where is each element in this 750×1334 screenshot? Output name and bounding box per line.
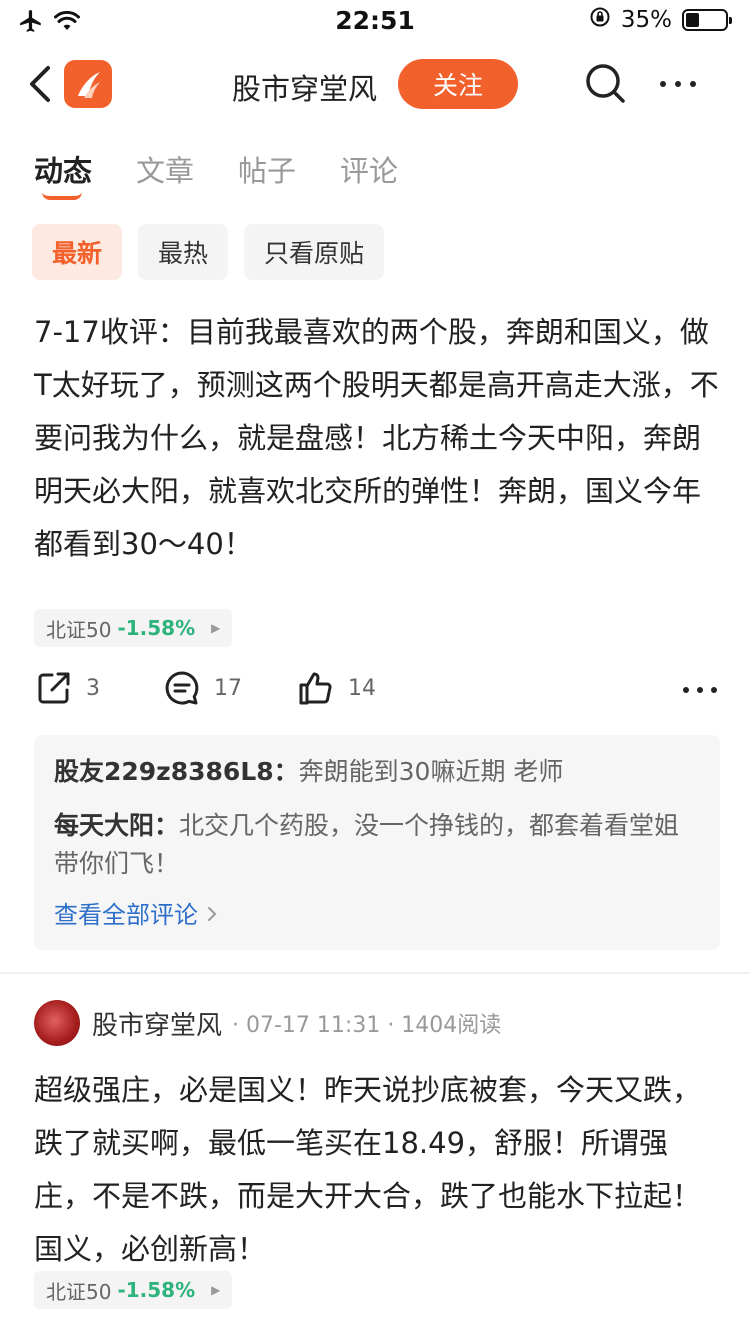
comment-item[interactable]: 每天大阳：北交几个药股，没一个挣钱的，都套着看堂姐带你们飞！ bbox=[54, 807, 700, 883]
comment-button[interactable]: 17 bbox=[162, 668, 242, 708]
stock-change: -1.58% bbox=[117, 1278, 196, 1302]
avatar[interactable] bbox=[34, 1000, 80, 1046]
post-body[interactable]: 超级强庄，必是国义！昨天说抄底被套，今天又跌，跌了就买啊，最低一笔买在18.49… bbox=[34, 1064, 724, 1276]
triangle-right-icon: ▶ bbox=[211, 1283, 221, 1297]
comment-icon bbox=[165, 671, 199, 705]
post-actions: 3 17 14 bbox=[34, 668, 724, 718]
share-count: 3 bbox=[86, 675, 100, 701]
triangle-right-icon: ▶ bbox=[211, 621, 221, 635]
stock-tag[interactable]: 北证50 -1.58% ▶ bbox=[34, 1271, 233, 1309]
filter-latest[interactable]: 最新 bbox=[32, 224, 123, 280]
post-more-icon[interactable] bbox=[682, 682, 718, 698]
follow-button[interactable]: 关注 bbox=[398, 59, 518, 109]
divider bbox=[0, 972, 750, 974]
filter-hot[interactable]: 最热 bbox=[138, 224, 229, 280]
tab-articles[interactable]: 文章 bbox=[136, 148, 194, 190]
back-icon[interactable] bbox=[26, 64, 54, 104]
tab-posts[interactable]: 帖子 bbox=[238, 148, 296, 190]
comment-text: 奔朗能到30嘛近期 老师 bbox=[298, 757, 564, 786]
author-name[interactable]: 股市穿堂风 bbox=[92, 1005, 222, 1042]
filter-original-only[interactable]: 只看原贴 bbox=[244, 224, 385, 280]
share-button[interactable]: 3 bbox=[34, 668, 100, 708]
stock-change: -1.58% bbox=[117, 616, 196, 640]
chevron-right-icon bbox=[206, 901, 218, 929]
like-count: 14 bbox=[348, 675, 376, 701]
rotation-lock-icon bbox=[589, 6, 611, 34]
comment-user[interactable]: 股友229z8386L8： bbox=[54, 757, 299, 786]
filter-bar: 最新 最热 只看原贴 bbox=[32, 224, 385, 280]
comment-count: 17 bbox=[214, 675, 242, 701]
view-all-comments-link[interactable]: 查看全部评论 bbox=[54, 895, 700, 930]
view-all-label: 查看全部评论 bbox=[54, 901, 198, 929]
post-meta: · 07-17 11:31 · 1404阅读 bbox=[232, 1013, 502, 1038]
comment-preview: 股友229z8386L8：奔朗能到30嘛近期 老师 每天大阳：北交几个药股，没一… bbox=[34, 735, 720, 950]
app-logo bbox=[64, 60, 112, 108]
tab-comments[interactable]: 评论 bbox=[340, 148, 398, 190]
status-bar: 22:51 35% bbox=[0, 0, 750, 44]
post-header: 股市穿堂风 · 07-17 11:31 · 1404阅读 bbox=[34, 1000, 501, 1046]
search-icon[interactable] bbox=[584, 62, 628, 106]
tab-bar: 动态 文章 帖子 评论 bbox=[34, 148, 398, 200]
nav-bar: 股市穿堂风 关注 bbox=[0, 50, 750, 120]
tab-indicator bbox=[42, 192, 82, 200]
comment-item[interactable]: 股友229z8386L8：奔朗能到30嘛近期 老师 bbox=[54, 753, 700, 791]
like-button[interactable]: 14 bbox=[296, 668, 376, 708]
page-title: 股市穿堂风 bbox=[232, 72, 378, 106]
battery-icon bbox=[682, 9, 732, 31]
thumbs-up-icon bbox=[299, 672, 332, 705]
stock-name: 北证50 bbox=[46, 1279, 112, 1304]
share-icon bbox=[38, 672, 70, 704]
tab-label: 动态 bbox=[34, 154, 93, 188]
more-icon[interactable] bbox=[658, 74, 698, 94]
post-body[interactable]: 7-17收评：目前我最喜欢的两个股，奔朗和国义，做T太好玩了，预测这两个股明天都… bbox=[34, 306, 724, 571]
battery-percent: 35% bbox=[620, 7, 672, 33]
stock-tag[interactable]: 北证50 -1.58% ▶ bbox=[34, 609, 233, 647]
tab-dynamics[interactable]: 动态 bbox=[34, 148, 93, 200]
stock-name: 北证50 bbox=[46, 617, 112, 642]
comment-user[interactable]: 每天大阳： bbox=[54, 811, 179, 840]
